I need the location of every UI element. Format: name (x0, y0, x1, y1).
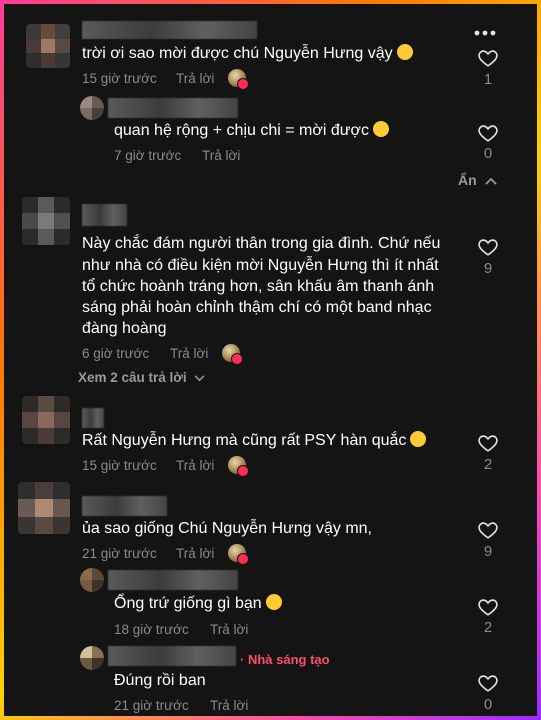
timestamp: 21 giờ trước (82, 546, 157, 561)
comments-panel: trời ơi sao mời được chú Nguyễn Hưng vậy… (4, 4, 537, 716)
reply-button[interactable]: Trả lời (176, 71, 214, 86)
timestamp: 15 giờ trước (82, 71, 157, 86)
username-blurred[interactable] (108, 646, 236, 666)
username-blurred[interactable] (108, 570, 238, 590)
avatar[interactable] (80, 96, 104, 120)
like-count: 9 (483, 260, 493, 277)
like-count: 2 (483, 456, 493, 473)
comment-text: trời ơi sao mời được chú Nguyễn Hưng vậy (82, 43, 413, 65)
creator-liked-avatar (228, 69, 249, 90)
timestamp: 6 giờ trước (82, 346, 150, 361)
comment-text: ủa sao giống Chú Nguyễn Hưng vậy mn, (82, 520, 372, 537)
comment-text: quan hệ rộng + chịu chi = mời được (114, 120, 389, 142)
reply-button[interactable]: Trả lời (210, 698, 248, 713)
username-blurred[interactable] (82, 21, 257, 39)
loudly-crying-face-icon (396, 44, 413, 60)
username-blurred[interactable] (82, 204, 127, 226)
reply-button[interactable]: Trả lời (176, 458, 214, 473)
more-dots-icon[interactable] (474, 30, 496, 36)
comment-line: sáng phải hoàn chỉnh thậm chí có một ban… (82, 299, 432, 316)
heart-outline-icon[interactable] (477, 47, 499, 69)
comment-text: Rất Nguyễn Hưng mà cũng rất PSY hàn quắc (82, 430, 427, 452)
reply-button[interactable]: Trả lời (202, 148, 240, 163)
username-blurred[interactable] (108, 98, 238, 118)
grinning-face-icon (372, 121, 389, 137)
username-blurred[interactable] (82, 408, 104, 428)
creator-liked-avatar (228, 456, 249, 477)
reply-button[interactable]: Trả lời (176, 546, 214, 561)
heart-outline-icon[interactable] (477, 236, 499, 258)
chevron-down-icon (194, 375, 205, 382)
timestamp: 7 giờ trước (114, 148, 182, 163)
like-count: 1 (483, 71, 493, 88)
creator-liked-avatar (228, 544, 249, 565)
timestamp: 21 giờ trước (114, 698, 189, 713)
timestamp: 15 giờ trước (82, 458, 157, 473)
comment-line: tổ chức hoành tráng hơn, sân khấu âm tha… (82, 278, 435, 295)
heart-outline-icon[interactable] (477, 432, 499, 454)
comment-line: như nhà có điều kiện mời Nguyễn Hưng thì… (82, 257, 439, 274)
heart-outline-icon[interactable] (477, 672, 499, 694)
creator-liked-avatar (222, 344, 243, 365)
reply-button[interactable]: Trả lời (210, 622, 248, 637)
comment-line: đàng hoàng (82, 320, 167, 337)
hide-replies-button[interactable]: Ẩn (458, 172, 497, 188)
gradient-frame: trời ơi sao mời được chú Nguyễn Hưng vậy… (0, 0, 541, 720)
comment-text: Đúng rồi ban (114, 672, 206, 689)
smiling-face-icon (410, 431, 427, 447)
comment-text: Ổng trứ giống gì bạn (114, 593, 282, 615)
heart-outline-icon[interactable] (477, 596, 499, 618)
like-count: 0 (483, 145, 493, 162)
avatar[interactable] (22, 396, 70, 444)
avatar[interactable] (18, 482, 70, 534)
chevron-up-icon (484, 177, 497, 185)
avatar[interactable] (26, 24, 70, 68)
like-count: 0 (483, 696, 493, 713)
timestamp: 18 giờ trước (114, 622, 189, 637)
avatar[interactable] (22, 197, 70, 245)
avatar[interactable] (80, 646, 104, 670)
view-replies-button[interactable]: Xem 2 câu trả lời (78, 370, 205, 385)
rolling-laughing-face-icon (265, 594, 282, 610)
username-blurred[interactable] (82, 496, 167, 516)
like-count: 2 (483, 619, 493, 636)
reply-button[interactable]: Trả lời (170, 346, 208, 361)
comment-line: Này chắc đám người thân trong gia đình. … (82, 235, 441, 252)
heart-outline-icon[interactable] (477, 519, 499, 541)
heart-outline-icon[interactable] (477, 122, 499, 144)
like-count: 9 (483, 543, 493, 560)
creator-badge: · Nhà sáng tạo (240, 652, 330, 667)
avatar[interactable] (80, 568, 104, 592)
